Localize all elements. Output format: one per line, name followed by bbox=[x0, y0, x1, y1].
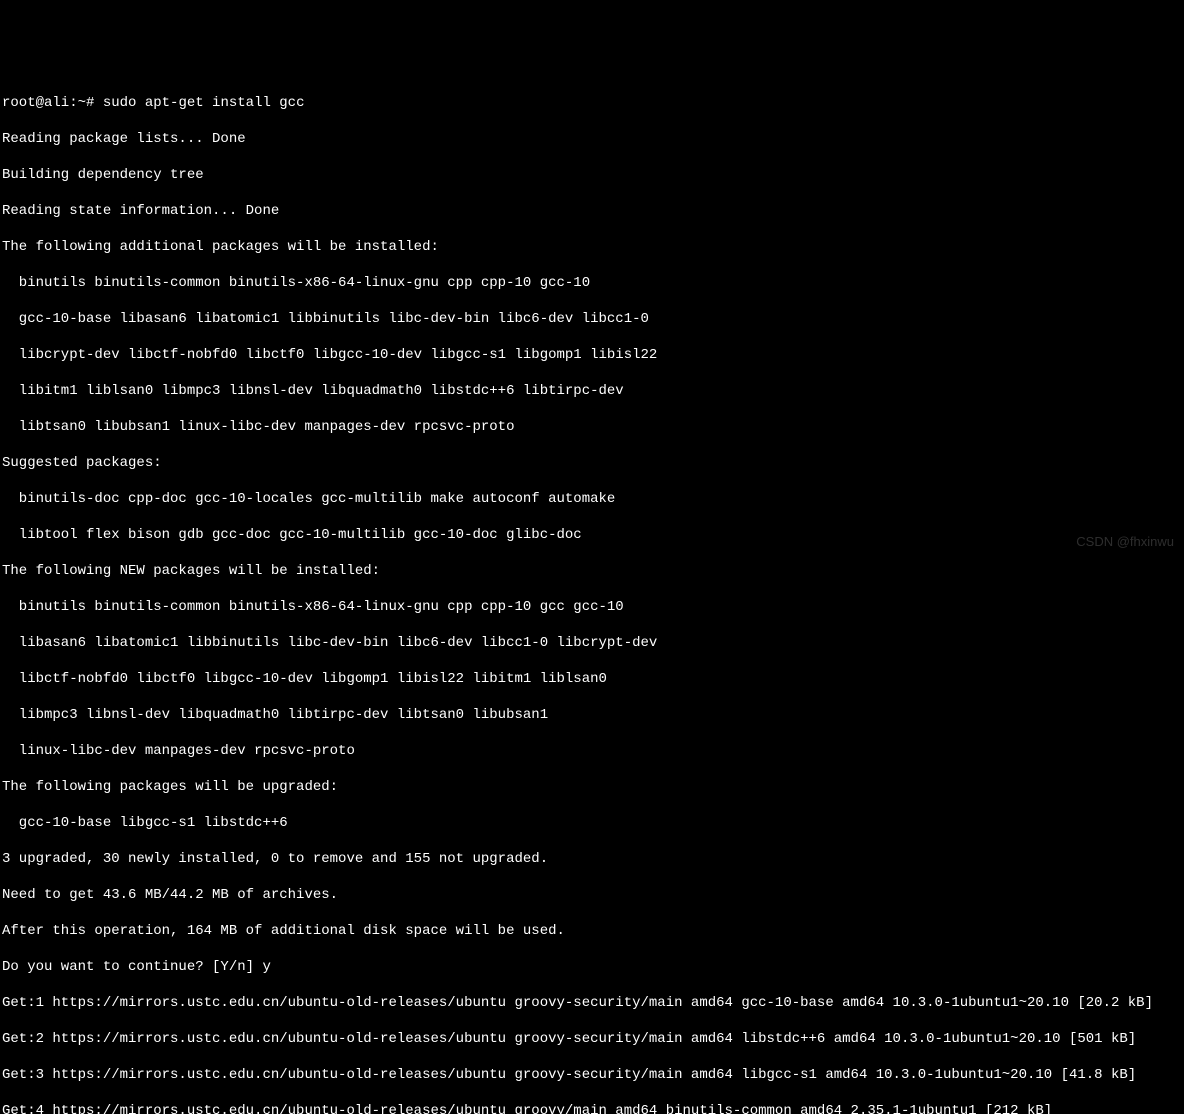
download-line: Get:2 https://mirrors.ustc.edu.cn/ubuntu… bbox=[2, 1030, 1182, 1048]
output-line: 3 upgraded, 30 newly installed, 0 to rem… bbox=[2, 850, 1182, 868]
output-line: The following packages will be upgraded: bbox=[2, 778, 1182, 796]
output-line: binutils binutils-common binutils-x86-64… bbox=[2, 274, 1182, 292]
prompt-path: ~ bbox=[78, 95, 86, 111]
output-line: libitm1 liblsan0 libmpc3 libnsl-dev libq… bbox=[2, 382, 1182, 400]
output-line: libasan6 libatomic1 libbinutils libc-dev… bbox=[2, 634, 1182, 652]
output-line: linux-libc-dev manpages-dev rpcsvc-proto bbox=[2, 742, 1182, 760]
confirm-question: Do you want to continue? [Y/n] bbox=[2, 959, 262, 975]
output-line: After this operation, 164 MB of addition… bbox=[2, 922, 1182, 940]
output-line: libctf-nobfd0 libctf0 libgcc-10-dev libg… bbox=[2, 670, 1182, 688]
confirm-line[interactable]: Do you want to continue? [Y/n] y bbox=[2, 958, 1182, 976]
output-line: binutils-doc cpp-doc gcc-10-locales gcc-… bbox=[2, 490, 1182, 508]
output-line: The following additional packages will b… bbox=[2, 238, 1182, 256]
confirm-answer[interactable]: y bbox=[262, 959, 270, 975]
output-line: libtool flex bison gdb gcc-doc gcc-10-mu… bbox=[2, 526, 1182, 544]
output-line: binutils binutils-common binutils-x86-64… bbox=[2, 598, 1182, 616]
output-line: libcrypt-dev libctf-nobfd0 libctf0 libgc… bbox=[2, 346, 1182, 364]
prompt-separator: # bbox=[86, 95, 94, 111]
output-line: gcc-10-base libasan6 libatomic1 libbinut… bbox=[2, 310, 1182, 328]
output-line: gcc-10-base libgcc-s1 libstdc++6 bbox=[2, 814, 1182, 832]
output-line: Reading package lists... Done bbox=[2, 130, 1182, 148]
output-line: Building dependency tree bbox=[2, 166, 1182, 184]
download-line: Get:1 https://mirrors.ustc.edu.cn/ubuntu… bbox=[2, 994, 1182, 1012]
watermark: CSDN @fhxinwu bbox=[1076, 533, 1174, 551]
prompt-line[interactable]: root@ali:~# sudo apt-get install gcc bbox=[2, 94, 1182, 112]
download-line: Get:3 https://mirrors.ustc.edu.cn/ubuntu… bbox=[2, 1066, 1182, 1084]
output-line: The following NEW packages will be insta… bbox=[2, 562, 1182, 580]
command-input[interactable]: sudo apt-get install gcc bbox=[103, 95, 305, 111]
output-line: Reading state information... Done bbox=[2, 202, 1182, 220]
download-line: Get:4 https://mirrors.ustc.edu.cn/ubuntu… bbox=[2, 1102, 1182, 1114]
output-line: Need to get 43.6 MB/44.2 MB of archives. bbox=[2, 886, 1182, 904]
prompt-user-host: root@ali bbox=[2, 95, 69, 111]
terminal-output: root@ali:~# sudo apt-get install gcc Rea… bbox=[2, 76, 1182, 1114]
output-line: Suggested packages: bbox=[2, 454, 1182, 472]
output-line: libtsan0 libubsan1 linux-libc-dev manpag… bbox=[2, 418, 1182, 436]
output-line: libmpc3 libnsl-dev libquadmath0 libtirpc… bbox=[2, 706, 1182, 724]
